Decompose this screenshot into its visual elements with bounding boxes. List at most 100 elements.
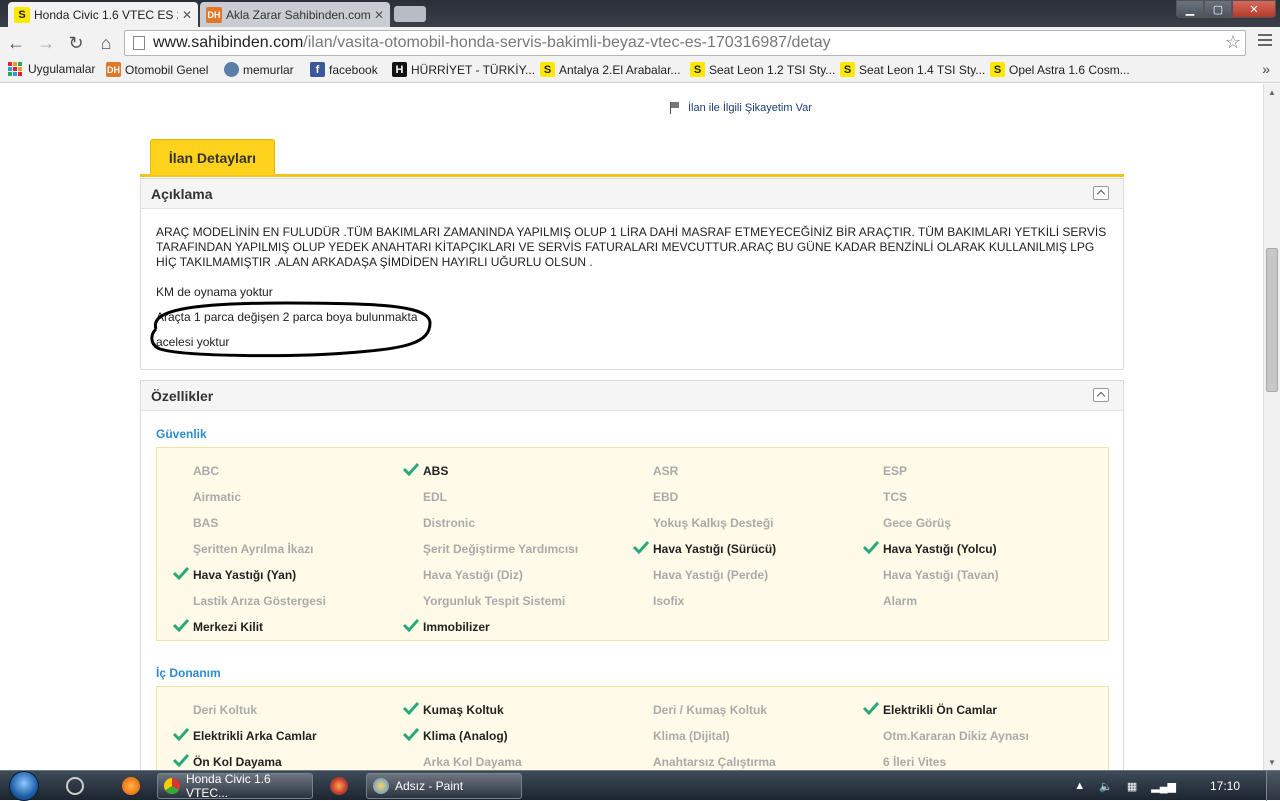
bookmark-hurriyet[interactable]: H HÜRRİYET - TÜRKİY... bbox=[392, 62, 535, 77]
feature-item: Deri / Kumaş Koltuk bbox=[653, 703, 767, 717]
feature-label: Deri Koltuk bbox=[193, 703, 258, 717]
feature-item: Airmatic bbox=[193, 490, 241, 504]
address-bar[interactable]: www.sahibinden.com/ilan/vasita-otomobil-… bbox=[124, 30, 1246, 56]
feature-label: Distronic bbox=[423, 516, 476, 530]
feature-label: ABS bbox=[423, 464, 449, 478]
donanimhaber-favicon-icon: DH bbox=[206, 6, 222, 23]
scroll-down-icon[interactable]: ▼ bbox=[1264, 754, 1280, 770]
bookmark-facebook[interactable]: f facebook bbox=[310, 62, 378, 77]
feature-label: Hava Yastığı (Yolcu) bbox=[883, 542, 997, 556]
minimize-button[interactable]: ▁ bbox=[1176, 0, 1204, 18]
bookmark-seat-leon-12[interactable]: S Seat Leon 1.2 TSI Sty... bbox=[690, 62, 835, 77]
forward-icon[interactable]: → bbox=[32, 29, 60, 57]
description-line-parts: Araçta 1 parca değişen 2 parca boya bulu… bbox=[156, 310, 418, 324]
back-icon[interactable]: ← bbox=[2, 29, 30, 57]
firefox-icon[interactable] bbox=[330, 777, 348, 795]
feature-label: ABC bbox=[193, 464, 219, 478]
checkmark-icon bbox=[403, 727, 419, 741]
bookmark-antalya[interactable]: S Antalya 2.El Arabalar... bbox=[540, 62, 680, 77]
collapse-features-button[interactable] bbox=[1093, 388, 1109, 402]
home-icon[interactable]: ⌂ bbox=[92, 29, 120, 57]
feature-item: Hava Yastığı (Yolcu) bbox=[863, 540, 997, 556]
checkmark-icon bbox=[173, 753, 189, 767]
feature-label: Hava Yastığı (Sürücü) bbox=[653, 542, 777, 556]
start-button[interactable] bbox=[4, 771, 44, 801]
feature-label: Yorgunluk Tespit Sistemi bbox=[423, 594, 566, 608]
feature-label: Hava Yastığı (Diz) bbox=[423, 568, 523, 582]
bookmark-apps[interactable]: Uygulamalar bbox=[8, 62, 95, 76]
close-window-button[interactable]: ✕ bbox=[1232, 0, 1276, 18]
chrome-menu-icon[interactable] bbox=[1258, 34, 1272, 49]
sahibinden-favicon-icon: S bbox=[690, 62, 705, 77]
show-desktop-button[interactable] bbox=[1266, 771, 1280, 801]
bookmark-label: facebook bbox=[329, 62, 378, 77]
reload-icon[interactable]: ↻ bbox=[62, 29, 90, 57]
tab-title: Honda Civic 1.6 VTEC ES 2 bbox=[34, 7, 178, 22]
maximize-button[interactable]: ▢ bbox=[1204, 0, 1232, 18]
scroll-thumb[interactable] bbox=[1266, 248, 1278, 392]
url-path: /ilan/vasita-otomobil-honda-servis-bakim… bbox=[303, 34, 831, 51]
close-tab-icon[interactable]: ✕ bbox=[374, 8, 384, 22]
feature-item: Yorgunluk Tespit Sistemi bbox=[423, 594, 565, 608]
volume-icon[interactable]: 🔈 bbox=[1099, 780, 1113, 793]
checkmark-icon bbox=[633, 540, 649, 554]
feature-item: BAS bbox=[193, 516, 218, 530]
network-icon[interactable]: ▦ bbox=[1127, 780, 1137, 793]
page-scrollbar[interactable]: ▲ ▼ bbox=[1263, 84, 1280, 770]
feature-label: Anahtarsız Çalıştırma bbox=[653, 755, 776, 769]
feature-item: Klima (Dijital) bbox=[653, 729, 730, 743]
tray-expand-icon[interactable]: ▲ bbox=[1074, 780, 1085, 792]
tab-title: Akla Zarar Sahibinden.com bbox=[226, 7, 370, 22]
bookmark-label: Uygulamalar bbox=[28, 62, 96, 76]
feature-item: Şeritten Ayrılma İkazı bbox=[193, 542, 314, 556]
feature-item: Hava Yastığı (Perde) bbox=[653, 568, 768, 582]
feature-label: EDL bbox=[423, 490, 447, 504]
feature-item: ABC bbox=[193, 464, 219, 478]
feature-label: Ön Kol Dayama bbox=[193, 755, 282, 769]
new-tab-button[interactable] bbox=[394, 6, 426, 22]
taskbar-paint-window[interactable]: Adsız - Paint bbox=[366, 773, 522, 799]
pinned-app-icon[interactable] bbox=[66, 777, 84, 795]
feature-label: Hava Yastığı (Yan) bbox=[193, 568, 297, 582]
clock[interactable]: 17:10 bbox=[1210, 779, 1240, 793]
tab-honda-civic[interactable]: S Honda Civic 1.6 VTEC ES 2 ✕ bbox=[8, 2, 198, 27]
feature-item: Şerit Değiştirme Yardımcısı bbox=[423, 542, 578, 556]
bookmark-seat-leon-14[interactable]: S Seat Leon 1.4 TSI Sty... bbox=[840, 62, 985, 77]
bookmark-star-icon[interactable]: ☆ bbox=[1225, 32, 1241, 53]
feature-item: Klima (Analog) bbox=[403, 727, 508, 743]
feature-label: BAS bbox=[193, 516, 219, 530]
taskbar-chrome-window[interactable]: Honda Civic 1.6 VTEC... bbox=[157, 772, 313, 800]
scroll-up-icon[interactable]: ▲ bbox=[1264, 84, 1280, 100]
feature-item: Merkezi Kilit bbox=[173, 618, 264, 634]
bookmark-label: Otomobil Genel bbox=[125, 62, 209, 77]
feature-item: 6 İleri Vites bbox=[883, 755, 946, 769]
chrome-icon bbox=[164, 778, 180, 794]
bookmark-opel-astra[interactable]: S Opel Astra 1.6 Cosm... bbox=[990, 62, 1130, 77]
feature-item: Gece Görüş bbox=[883, 516, 951, 530]
feature-label: Klima (Analog) bbox=[423, 729, 508, 743]
close-tab-icon[interactable]: ✕ bbox=[182, 8, 192, 22]
feature-label: ASR bbox=[653, 464, 679, 478]
bookmark-memurlar[interactable]: memurlar bbox=[224, 62, 294, 77]
taskbar-task-label: Honda Civic 1.6 VTEC... bbox=[186, 772, 271, 800]
pinned-app-icon[interactable] bbox=[122, 777, 140, 795]
bookmark-otomobil-genel[interactable]: DH Otomobil Genel bbox=[106, 62, 208, 77]
detail-tab-row: İlan Detayları bbox=[140, 139, 1124, 177]
tab-akla-zarar[interactable]: DH Akla Zarar Sahibinden.com ✕ bbox=[200, 2, 390, 27]
description-paragraph: ARAÇ MODELİNİN EN FULUDÜR .TÜM BAKIMLARI… bbox=[156, 225, 1107, 269]
complaint-link[interactable]: İlan ile İlgili Şikayetim Var bbox=[670, 102, 812, 114]
feature-label: Merkezi Kilit bbox=[193, 620, 264, 634]
feature-label: Şerit Değiştirme Yardımcısı bbox=[423, 542, 579, 556]
system-tray: ▲ 🔈 ▦ ▂▄▆ 17:10 bbox=[1060, 771, 1280, 801]
browser-toolbar: ← → ↻ ⌂ www.sahibinden.com/ilan/vasita-o… bbox=[0, 27, 1280, 59]
more-bookmarks-icon[interactable]: » bbox=[1262, 61, 1270, 77]
browser-tab-strip: S Honda Civic 1.6 VTEC ES 2 ✕ DH Akla Za… bbox=[0, 0, 1280, 27]
signal-icon[interactable]: ▂▄▆ bbox=[1151, 780, 1176, 793]
collapse-description-button[interactable] bbox=[1093, 186, 1109, 200]
feature-label: Otm.Kararan Dikiz Aynası bbox=[883, 729, 1029, 743]
tab-ilan-detaylari[interactable]: İlan Detayları bbox=[150, 139, 275, 175]
paint-icon bbox=[373, 778, 389, 794]
taskbar-task-label: Adsız - Paint bbox=[395, 779, 464, 793]
bookmark-label: HÜRRİYET - TÜRKİY... bbox=[411, 62, 536, 77]
section-ic-donanim: İç Donanım bbox=[156, 666, 221, 680]
